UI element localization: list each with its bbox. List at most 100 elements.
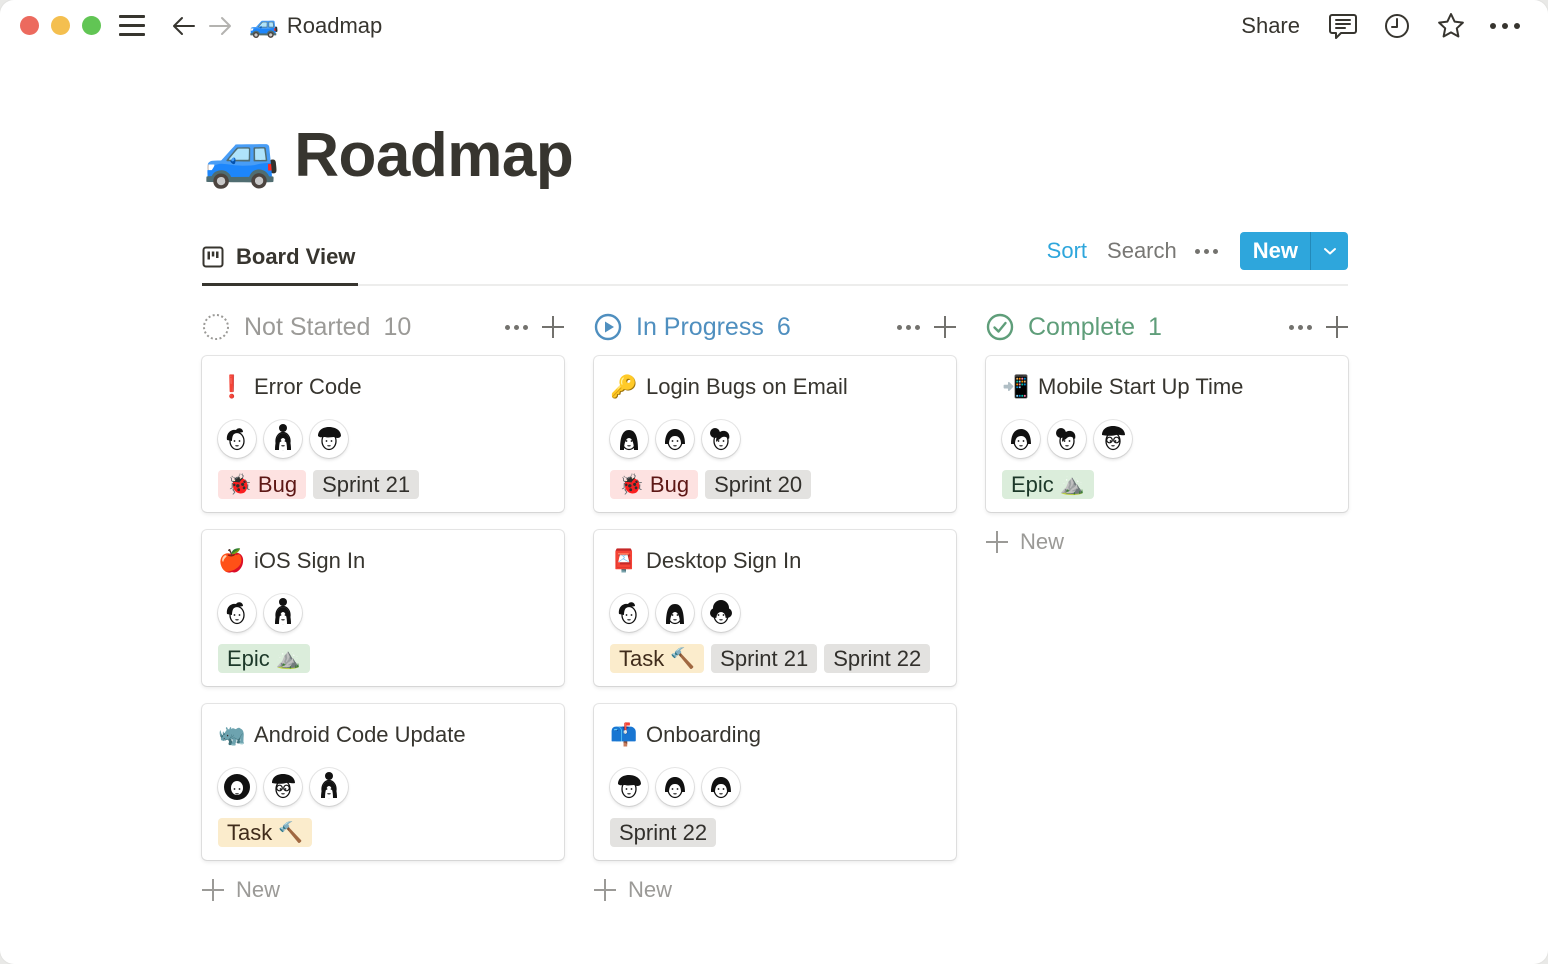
column-add-plus-icon[interactable]: [542, 316, 564, 338]
sidebar-toggle-menu-icon[interactable]: [119, 14, 145, 36]
add-new-card-button[interactable]: New: [202, 872, 564, 908]
column-more-icon[interactable]: [505, 324, 528, 330]
tags: Epic ⛰️: [1002, 470, 1332, 499]
column-add-plus-icon[interactable]: [1326, 316, 1348, 338]
avatar-woman-long-icon[interactable]: [656, 594, 694, 632]
column-not-started: Not Started 10 ❗ Error Code 🐞 Bug Sprint 21 🍎 i…: [202, 306, 564, 908]
tag-label: Task: [619, 645, 665, 671]
comment-icon[interactable]: [1326, 9, 1360, 43]
column-name: In Progress: [636, 312, 764, 341]
avatar-woman-bun-icon[interactable]: [264, 594, 302, 632]
tags: Task 🔨 Sprint 21 Sprint 22: [610, 644, 940, 673]
avatar-woman-curly-icon[interactable]: [310, 420, 348, 458]
board-card[interactable]: 🔑 Login Bugs on Email 🐞 Bug Sprint 20: [594, 356, 956, 512]
avatar-man-side-icon[interactable]: [610, 594, 648, 632]
card-emoji-icon: 📲: [1002, 374, 1030, 399]
column-count: 1: [1148, 312, 1162, 341]
active-tab-indicator: [202, 283, 358, 286]
view-more-icon[interactable]: [1194, 248, 1218, 254]
card-title: 🍎 iOS Sign In: [218, 545, 548, 577]
share-button[interactable]: Share: [1241, 13, 1300, 39]
board-card[interactable]: 📫 Onboarding Sprint 22: [594, 704, 956, 860]
back-arrow-icon[interactable]: [170, 12, 198, 40]
tag-label: Bug: [649, 471, 690, 497]
avatar-glasses-curly-icon[interactable]: [1094, 420, 1132, 458]
tag-sprint: Sprint 21: [313, 470, 420, 499]
hammer-icon: 🔨: [670, 647, 696, 670]
card-emoji-icon: ❗: [218, 374, 246, 399]
add-new-card-button[interactable]: New: [594, 872, 956, 908]
avatar-woman-bob-icon[interactable]: [656, 420, 694, 458]
tag-sprint: Sprint 22: [610, 818, 717, 847]
tag-label: Task: [227, 819, 273, 845]
avatar-woman-curly-dark-icon[interactable]: [702, 594, 740, 632]
avatar-afro-icon[interactable]: [218, 768, 256, 806]
column-header[interactable]: In Progress 6: [594, 306, 956, 348]
avatar-woman-bob-icon[interactable]: [656, 768, 694, 806]
new-button[interactable]: New: [1240, 232, 1310, 270]
avatar-woman-bun-icon[interactable]: [264, 420, 302, 458]
breadcrumb[interactable]: 🚙 Roadmap: [249, 11, 382, 41]
page-title-text[interactable]: Roadmap: [294, 120, 573, 191]
close-window-button[interactable]: [20, 16, 39, 35]
board-card[interactable]: 📮 Desktop Sign In Task 🔨 Sprint 21 Sprint 22: [594, 530, 956, 686]
column-name: Not Started: [244, 312, 371, 341]
avatar-woman-curly-icon[interactable]: [610, 768, 648, 806]
mountain-icon: ⛰️: [1059, 473, 1085, 496]
column-more-icon[interactable]: [1289, 324, 1312, 330]
add-new-card-button[interactable]: New: [986, 524, 1348, 560]
tag-sprint: Sprint 22: [824, 644, 931, 673]
board-card[interactable]: 🍎 iOS Sign In Epic ⛰️: [202, 530, 564, 686]
assignees: [218, 420, 548, 458]
card-title-text: iOS Sign In: [254, 548, 366, 573]
card-emoji-icon: 📫: [610, 722, 638, 747]
board-card[interactable]: 🦏 Android Code Update Task 🔨: [202, 704, 564, 860]
avatar-man-side-icon[interactable]: [218, 594, 256, 632]
view-actions: Sort Search New: [1047, 232, 1348, 270]
column-actions: [1289, 306, 1348, 348]
tab-board-view[interactable]: Board View: [202, 228, 355, 286]
plus-icon: [202, 879, 224, 901]
history-clock-icon[interactable]: [1380, 9, 1414, 43]
favorite-star-icon[interactable]: [1434, 9, 1468, 43]
avatar-woman-long-icon[interactable]: [610, 420, 648, 458]
column-header[interactable]: Complete 1: [986, 306, 1348, 348]
sort-button[interactable]: Sort: [1047, 238, 1087, 264]
tags: Task 🔨: [218, 818, 548, 847]
avatar-woman-ponytail-icon[interactable]: [702, 420, 740, 458]
car-icon[interactable]: 🚙: [203, 124, 280, 187]
card-emoji-icon: 🔑: [610, 374, 638, 399]
new-button-group: New: [1239, 232, 1348, 270]
avatar-glasses-curly-icon[interactable]: [264, 768, 302, 806]
minimize-window-button[interactable]: [51, 16, 70, 35]
tags: 🐞 Bug Sprint 20: [610, 470, 940, 499]
breadcrumb-label: Roadmap: [286, 13, 383, 38]
column-complete: Complete 1 📲 Mobile Start Up Time Epic ⛰️ New: [986, 306, 1348, 560]
avatar-man-side-icon[interactable]: [218, 420, 256, 458]
hammer-icon: 🔨: [278, 821, 304, 844]
board-card[interactable]: 📲 Mobile Start Up Time Epic ⛰️: [986, 356, 1348, 512]
avatar-woman-bob-icon[interactable]: [702, 768, 740, 806]
avatar-woman-bob-icon[interactable]: [1002, 420, 1040, 458]
card-title-text: Mobile Start Up Time: [1038, 374, 1244, 399]
column-add-plus-icon[interactable]: [934, 316, 956, 338]
board-card[interactable]: ❗ Error Code 🐞 Bug Sprint 21: [202, 356, 564, 512]
more-options-icon[interactable]: [1488, 9, 1522, 43]
avatar-woman-bun-icon[interactable]: [310, 768, 348, 806]
tab-label: Board View: [236, 244, 356, 269]
tag-label: Sprint 22: [833, 645, 922, 671]
column-actions: [897, 306, 956, 348]
forward-arrow-icon[interactable]: [206, 12, 234, 40]
column-more-icon[interactable]: [897, 324, 920, 330]
add-new-label: New: [236, 877, 281, 902]
card-title: ❗ Error Code: [218, 371, 548, 403]
maximize-window-button[interactable]: [82, 16, 101, 35]
search-button[interactable]: Search: [1107, 238, 1177, 264]
card-title-text: Login Bugs on Email: [646, 374, 848, 399]
dotted-circle-icon: [202, 313, 230, 341]
avatar-woman-ponytail-icon[interactable]: [1048, 420, 1086, 458]
column-header[interactable]: Not Started 10: [202, 306, 564, 348]
new-dropdown-chevron-icon[interactable]: [1310, 232, 1348, 270]
board-view-icon: [202, 246, 224, 268]
card-title: 📲 Mobile Start Up Time: [1002, 371, 1332, 403]
